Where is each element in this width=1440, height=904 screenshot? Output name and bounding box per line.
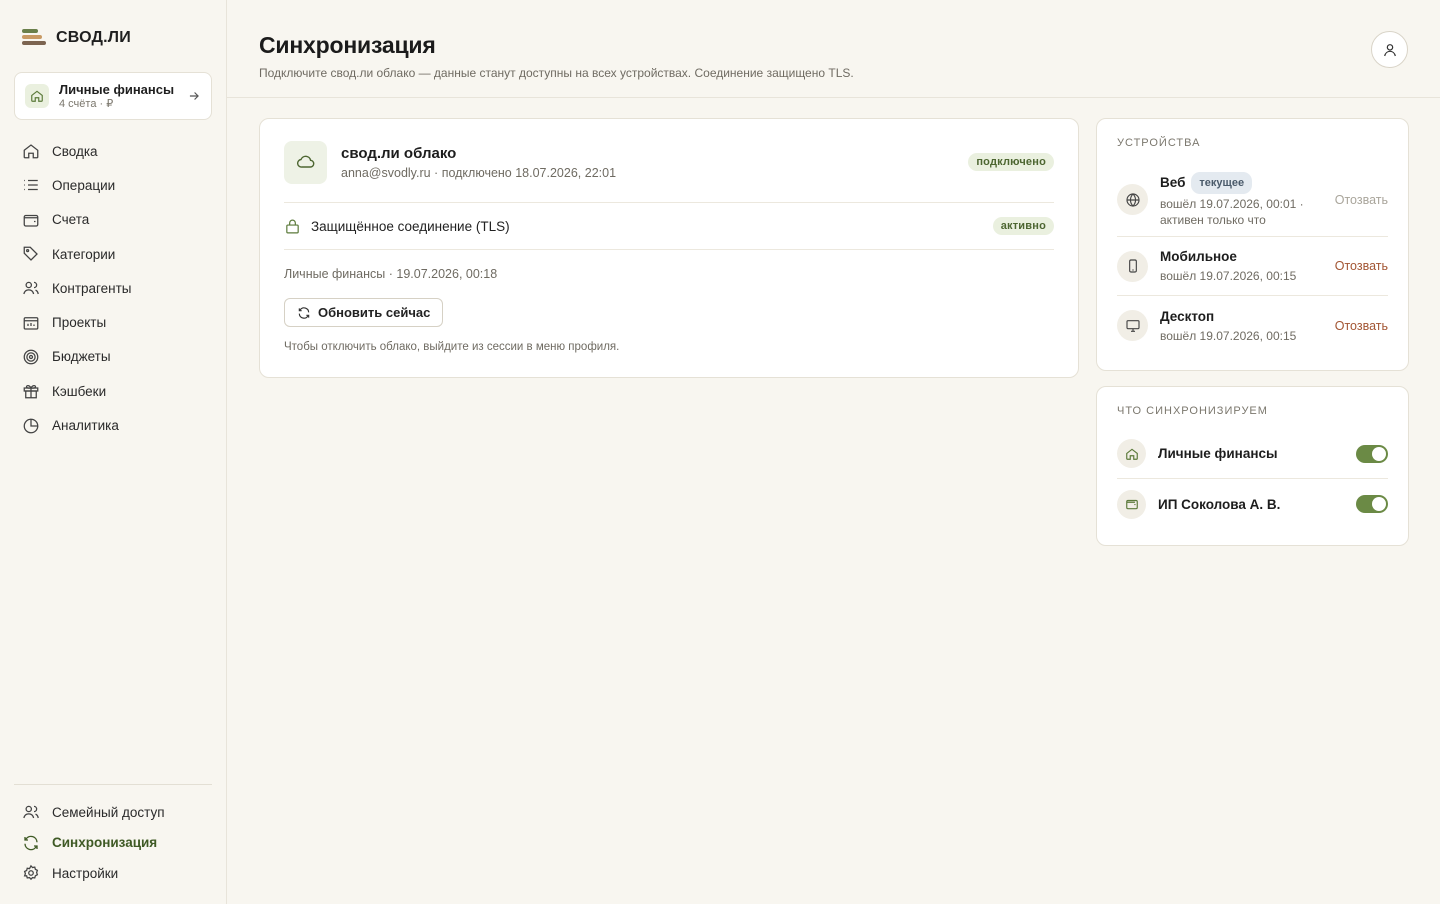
devices-card: Устройства Веб текущее вошёл 19.07.2026,… [1096, 118, 1409, 371]
folder-icon [23, 316, 39, 330]
nav-item-family-access[interactable]: Семейный доступ [14, 797, 212, 828]
nav-label: Проекты [52, 315, 107, 331]
revoke-button-desktop[interactable]: Отозвать [1335, 319, 1388, 333]
device-row-desktop: Десктоп вошёл 19.07.2026, 00:15 Отозвать [1117, 296, 1388, 355]
sync-scope-label: Что синхронизируем [1117, 405, 1268, 417]
cloud-card: свод.ли облако anna@svodly.ru · подключе… [259, 118, 1079, 378]
nav-label: Сводка [52, 143, 98, 159]
page-title: Синхронизация [259, 32, 436, 58]
main-nav: Сводка Операции Счета Категории Контраге… [14, 134, 212, 443]
device-name: Десктоп [1160, 308, 1215, 324]
nav-label: Контрагенты [52, 280, 132, 296]
pie-icon [23, 418, 39, 433]
sync-item-business: ИП Соколова А. В. [1117, 479, 1388, 529]
arrow-right-icon [189, 92, 199, 100]
monitor-icon [1117, 310, 1148, 341]
nav-label: Синхронизация [52, 835, 158, 851]
nav-label: Бюджеты [52, 349, 111, 365]
cloud-icon [284, 140, 327, 184]
cloud-meta: anna@svodly.ru · подключено 18.07.2026, … [341, 166, 617, 180]
device-row-web: Веб текущее вошёл 19.07.2026, 00:01 · ак… [1117, 163, 1388, 237]
wallet-icon [23, 214, 39, 227]
current-device-badge: текущее [1191, 171, 1253, 194]
nav-item-sync[interactable]: Синхронизация [14, 828, 212, 859]
target-icon [23, 349, 39, 365]
nav-label: Настройки [52, 865, 119, 881]
nav-item-contractors[interactable]: Контрагенты [14, 271, 212, 305]
wallet-icon [1117, 489, 1146, 519]
workspace-switcher[interactable]: Личные финансы 4 счёта · ₽ [14, 72, 212, 120]
sync-item-name: ИП Соколова А. В. [1158, 496, 1281, 512]
tls-label: Защищённое соединение (TLS) [311, 218, 510, 234]
sync-toggle-personal[interactable] [1356, 444, 1388, 463]
nav-label: Категории [52, 246, 116, 262]
nav-label: Операции [52, 177, 116, 193]
device-meta: вошёл 19.07.2026, 00:01 · [1160, 196, 1304, 211]
sync-item-personal: Личные финансы [1117, 429, 1388, 479]
nav-label: Аналитика [52, 418, 119, 434]
device-name: Веб [1160, 174, 1186, 190]
device-meta-activity: активен только что [1160, 212, 1266, 227]
gear-icon [23, 865, 39, 881]
page-header: Синхронизация Подключите свод.ли облако … [227, 0, 1440, 98]
tls-status-badge: активно [992, 217, 1054, 235]
secondary-nav: Семейный доступ Синхронизация Настройки [14, 784, 212, 889]
home-icon [23, 144, 39, 159]
cloud-title: свод.ли облако [341, 145, 457, 162]
nav-item-accounts[interactable]: Счета [14, 203, 212, 237]
nav-item-operations[interactable]: Операции [14, 168, 212, 202]
brand-logo-icon [22, 28, 46, 48]
devices-label: Устройства [1117, 137, 1201, 149]
sync-scope-card: Что синхронизируем Личные финансы ИП Сок… [1096, 386, 1409, 546]
users-icon [23, 805, 39, 819]
brand-name: СВОД.ЛИ [56, 29, 131, 46]
sync-toggle-business[interactable] [1356, 495, 1388, 513]
page-subtitle: Подключите свод.ли облако — данные стану… [259, 66, 854, 80]
nav-item-summary[interactable]: Сводка [14, 134, 212, 168]
status-badge: подключено [968, 153, 1054, 171]
nav-item-settings[interactable]: Настройки [14, 858, 212, 889]
nav-item-cashbacks[interactable]: Кэшбеки [14, 374, 212, 408]
phone-icon [1117, 250, 1148, 282]
gift-icon [23, 385, 39, 399]
list-icon [24, 180, 38, 191]
nav-item-analytics[interactable]: Аналитика [14, 408, 212, 442]
device-meta: вошёл 19.07.2026, 00:15 [1160, 328, 1297, 343]
device-row-mobile: Мобильное вошёл 19.07.2026, 00:15 Отозва… [1117, 237, 1388, 296]
brand[interactable]: СВОД.ЛИ [22, 28, 131, 48]
refresh-now-button[interactable]: Обновить сейчас [284, 298, 444, 327]
sync-item-name: Личные финансы [1158, 446, 1278, 461]
nav-label: Счета [52, 212, 90, 228]
lock-icon [286, 219, 299, 233]
tls-row: Защищённое соединение (TLS) активно [284, 202, 1054, 250]
refresh-label: Обновить сейчас [318, 305, 431, 320]
globe-icon [1117, 184, 1148, 215]
user-icon [1383, 43, 1396, 56]
users-icon [23, 282, 39, 295]
nav-item-budgets[interactable]: Бюджеты [14, 340, 212, 374]
device-meta: вошёл 19.07.2026, 00:15 [1160, 269, 1297, 283]
sidebar: СВОД.ЛИ Личные финансы 4 счёта · ₽ Сводк… [0, 0, 227, 904]
disconnect-hint: Чтобы отключить облако, выйдите из сесси… [284, 341, 620, 353]
workspace-sub: 4 счёта · ₽ [59, 97, 114, 110]
nav-label: Кэшбеки [52, 383, 107, 399]
nav-label: Семейный доступ [52, 804, 165, 820]
home-icon [1117, 439, 1146, 468]
nav-item-projects[interactable]: Проекты [14, 305, 212, 339]
refresh-icon [298, 306, 310, 319]
revoke-button-mobile[interactable]: Отозвать [1335, 259, 1388, 273]
last-sync-info: Личные финансы · 19.07.2026, 00:18 [284, 267, 498, 281]
device-name: Мобильное [1160, 249, 1237, 264]
workspace-name: Личные финансы [59, 81, 175, 97]
nav-item-categories[interactable]: Категории [14, 237, 212, 271]
sync-icon [24, 835, 38, 851]
profile-button[interactable] [1371, 31, 1408, 68]
revoke-button-web[interactable]: Отозвать [1335, 193, 1388, 207]
home-icon [25, 84, 49, 108]
tag-icon [23, 246, 38, 261]
